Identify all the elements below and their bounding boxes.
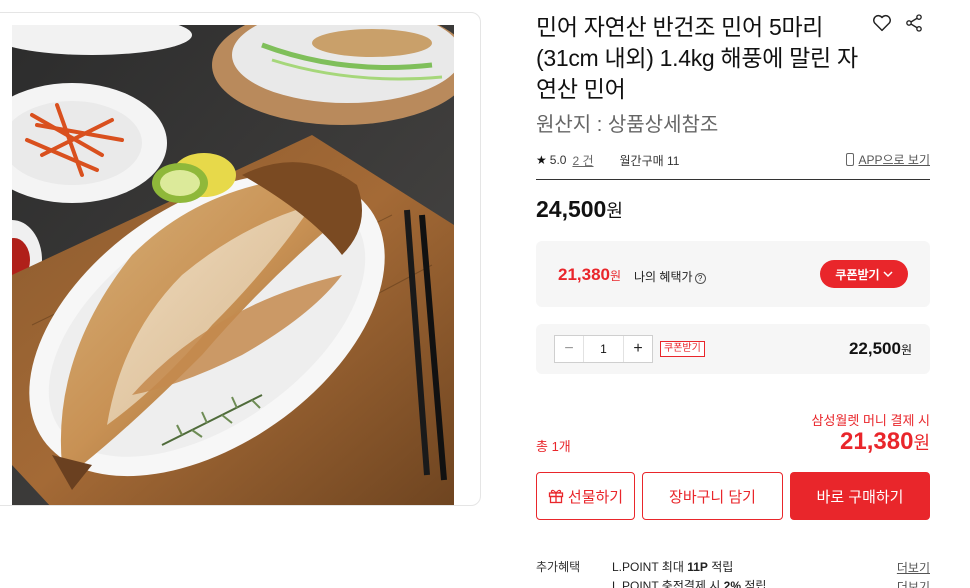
benefit-label: 나의 혜택가? — [634, 268, 706, 285]
app-view-label: APP으로 보기 — [858, 153, 930, 167]
review-count-link[interactable]: 2 건 — [572, 152, 593, 169]
benefit-price-amount: 21,380 — [558, 265, 610, 284]
divider — [536, 179, 930, 180]
lpoint-line-1: L.POINT 최대 11P 적립 — [612, 558, 733, 575]
heart-icon[interactable] — [871, 12, 893, 34]
quantity-subtotal: 22,500원 — [849, 339, 912, 359]
monthly-purchase: 월간구매 11 — [619, 153, 680, 168]
phone-icon — [846, 153, 855, 166]
product-photo[interactable] — [12, 25, 454, 505]
quantity-subtotal-amount: 22,500 — [848, 339, 901, 358]
gift-button-label: 선물하기 — [567, 488, 624, 506]
lpoint-line-2-suffix: 적립 — [741, 579, 767, 588]
add-to-cart-button[interactable]: 장바구니 담기 — [642, 472, 783, 520]
chevron-down-icon — [883, 270, 893, 277]
share-icon[interactable] — [904, 13, 926, 35]
lpoint-line-1-prefix: L.POINT 최대 — [612, 560, 688, 574]
total-count-label: 총 1개 — [536, 439, 571, 454]
benefit-price-unit: 원 — [610, 269, 622, 283]
quantity-stepper: − 1 + — [554, 335, 653, 363]
lpoint-line-1-bold: 11P — [687, 560, 708, 574]
total-price-amount: 21,380 — [840, 428, 914, 455]
benefit-price: 21,380원 — [558, 265, 621, 285]
lpoint-line-2: L.POINT 충전결제 시 2% 적립 — [612, 577, 766, 588]
app-view-link[interactable]: APP으로 보기 — [846, 151, 930, 168]
dried-fish-image — [12, 25, 454, 505]
buy-now-button[interactable]: 바로 구매하기 — [790, 472, 930, 520]
more-link-1[interactable]: 더보기 — [897, 559, 930, 576]
quantity-plus-button[interactable]: + — [624, 336, 652, 362]
product-info-panel: 민어 자연산 반건조 민어 5마리 (31cm 내외) 1.4kg 해풍에 말린… — [536, 0, 930, 588]
quantity-minus-button[interactable]: − — [555, 336, 583, 362]
lpoint-line-2-prefix: L.POINT 충전결제 시 — [612, 579, 724, 588]
total-price: 21,380원 — [840, 428, 930, 456]
product-meta-row: ★ 5.0 2 건 월간구매 11 APP으로 보기 — [536, 150, 930, 170]
coupon-download-button[interactable]: 쿠폰받기 — [820, 260, 908, 288]
star-icon: ★ — [536, 153, 547, 167]
coupon-tag-button[interactable]: 쿠폰받기 — [660, 341, 705, 357]
benefit-price-box: 21,380원 나의 혜택가? 쿠폰받기 — [536, 241, 930, 307]
product-image-card — [0, 12, 481, 506]
coupon-button-label: 쿠폰받기 — [835, 267, 880, 282]
more-link-2[interactable]: 더보기 — [897, 578, 930, 588]
gift-icon — [548, 489, 564, 504]
lpoint-line-2-bold: 2% — [723, 579, 742, 588]
extra-benefits-label: 추가혜택 — [536, 560, 581, 574]
total-price-unit: 원 — [913, 433, 930, 453]
original-price: 24,500원 — [536, 196, 623, 223]
lpoint-line-1-suffix: 적립 — [707, 560, 734, 574]
quantity-subtotal-unit: 원 — [900, 343, 912, 357]
benefit-label-text: 나의 혜택가 — [634, 270, 693, 284]
quantity-value[interactable]: 1 — [583, 336, 624, 362]
origin-text: 원산지 : 상품상세참조 — [536, 114, 719, 136]
price-amount: 24,500 — [536, 196, 607, 222]
price-unit: 원 — [606, 201, 623, 221]
quantity-box: − 1 + 쿠폰받기 22,500원 — [536, 324, 930, 374]
product-title: 민어 자연산 반건조 민어 5마리 (31cm 내외) 1.4kg 해풍에 말린… — [536, 14, 858, 102]
question-icon[interactable]: ? — [694, 273, 706, 284]
gift-button[interactable]: 선물하기 — [536, 472, 635, 520]
rating-value: 5.0 — [549, 153, 567, 167]
payment-note: 삼성월렛 머니 결제 시 — [811, 413, 930, 428]
